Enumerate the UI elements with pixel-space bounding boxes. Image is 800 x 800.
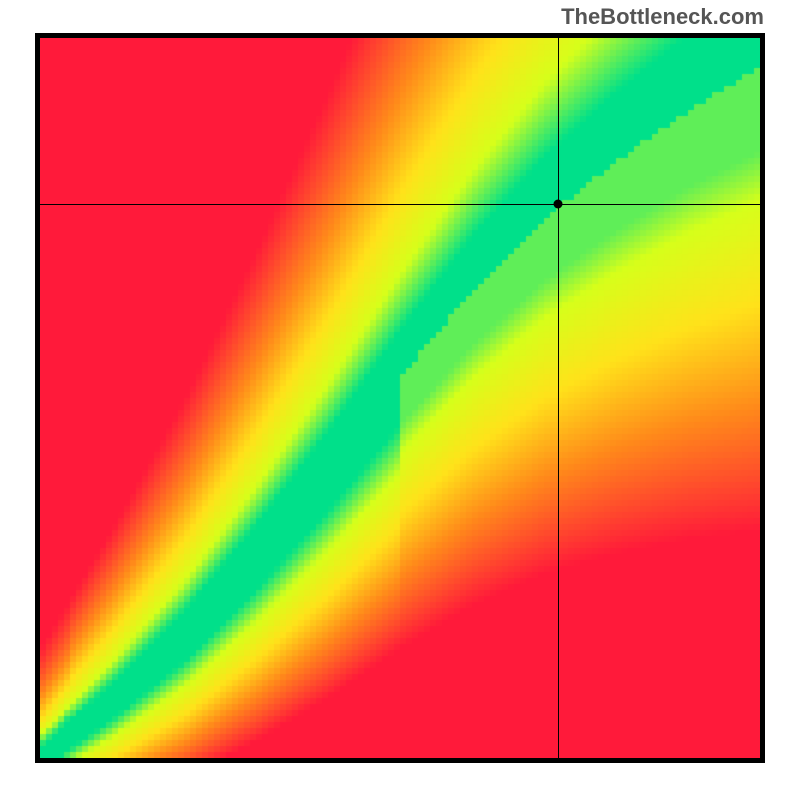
chart-container: TheBottleneck.com — [0, 0, 800, 800]
watermark-text: TheBottleneck.com — [561, 4, 764, 30]
chart-plot-area — [35, 33, 765, 763]
crosshair-horizontal — [40, 204, 760, 205]
crosshair-vertical — [558, 38, 559, 758]
heatmap-canvas — [40, 38, 760, 758]
crosshair-marker — [554, 199, 563, 208]
